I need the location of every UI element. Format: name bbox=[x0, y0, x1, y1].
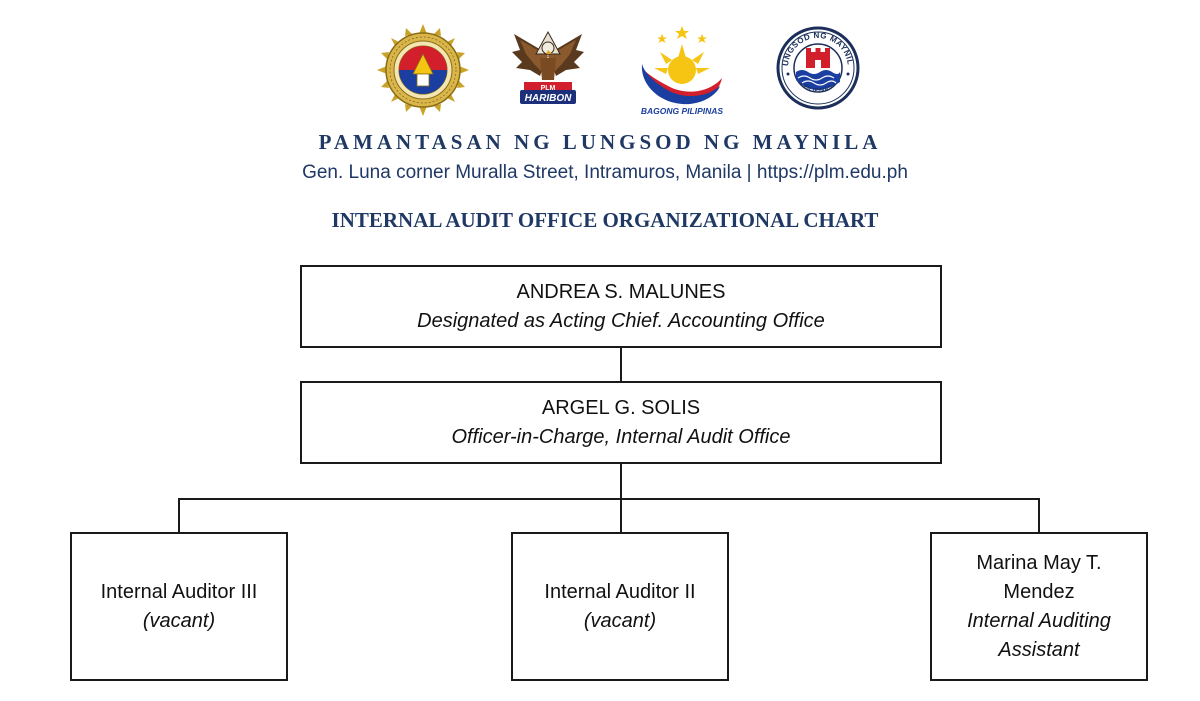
node-role: Designated as Acting Chief. Accounting O… bbox=[417, 309, 825, 332]
connector-top-to-middle bbox=[620, 348, 622, 381]
bagong-pilipinas-icon: BAGONG PILIPINAS bbox=[641, 26, 724, 116]
node-name: Internal Auditor II bbox=[544, 580, 696, 603]
connector-bus-to-center bbox=[620, 498, 622, 532]
node-name-line-1: Marina May T. bbox=[976, 551, 1102, 574]
node-name: ARGEL G. SOLIS bbox=[541, 396, 701, 419]
university-name: PAMANTASAN NG LUNGSOD NG MAYNILA bbox=[318, 130, 882, 154]
connector-bus-to-left bbox=[178, 498, 180, 532]
node-name: Internal Auditor III bbox=[100, 580, 258, 603]
svg-text:BAGONG PILIPINAS: BAGONG PILIPINAS bbox=[641, 106, 724, 116]
connector-horizontal-bus bbox=[178, 498, 1040, 500]
node-name: ANDREA S. MALUNES bbox=[516, 280, 726, 303]
org-node-internal-auditing-assistant: Marina May T. Mendez Internal Auditing A… bbox=[930, 532, 1148, 681]
node-role: (vacant) bbox=[142, 609, 216, 632]
university-address: Gen. Luna corner Muralla Street, Intramu… bbox=[302, 162, 908, 183]
svg-text:PLM: PLM bbox=[541, 85, 556, 92]
node-role-line-1: Internal Auditing bbox=[967, 609, 1111, 632]
lungsod-ng-maynila-logo: LUNGSOD NG MAYNILA • PILIPINAS • bbox=[776, 26, 860, 110]
connector-bus-to-right bbox=[1038, 498, 1040, 532]
plm-seal-logo bbox=[375, 24, 471, 116]
org-node-acting-chief: ANDREA S. MALUNES Designated as Acting C… bbox=[300, 265, 942, 348]
org-node-internal-auditor-ii: Internal Auditor II (vacant) bbox=[511, 532, 729, 681]
chart-title: INTERNAL AUDIT OFFICE ORGANIZATIONAL CHA… bbox=[331, 208, 879, 232]
org-node-internal-auditor-iii: Internal Auditor III (vacant) bbox=[70, 532, 288, 681]
node-role: (vacant) bbox=[583, 609, 657, 632]
haribon-eagle-icon: PLM HARIBON bbox=[512, 30, 584, 104]
bagong-pilipinas-logo: BAGONG PILIPINAS bbox=[632, 24, 732, 116]
node-name-line-2: Mendez bbox=[1003, 580, 1075, 603]
haribon-logo: PLM HARIBON bbox=[510, 24, 586, 108]
svg-text:HARIBON: HARIBON bbox=[525, 93, 572, 104]
org-node-officer-in-charge: ARGEL G. SOLIS Officer-in-Charge, Intern… bbox=[300, 381, 942, 464]
plm-seal-icon bbox=[377, 24, 469, 116]
connector-middle-to-bus bbox=[620, 464, 622, 499]
maynila-seal-icon: LUNGSOD NG MAYNILA • PILIPINAS • bbox=[776, 26, 860, 110]
node-role: Officer-in-Charge, Internal Audit Office bbox=[451, 425, 791, 448]
node-role-line-2: Assistant bbox=[998, 638, 1080, 661]
